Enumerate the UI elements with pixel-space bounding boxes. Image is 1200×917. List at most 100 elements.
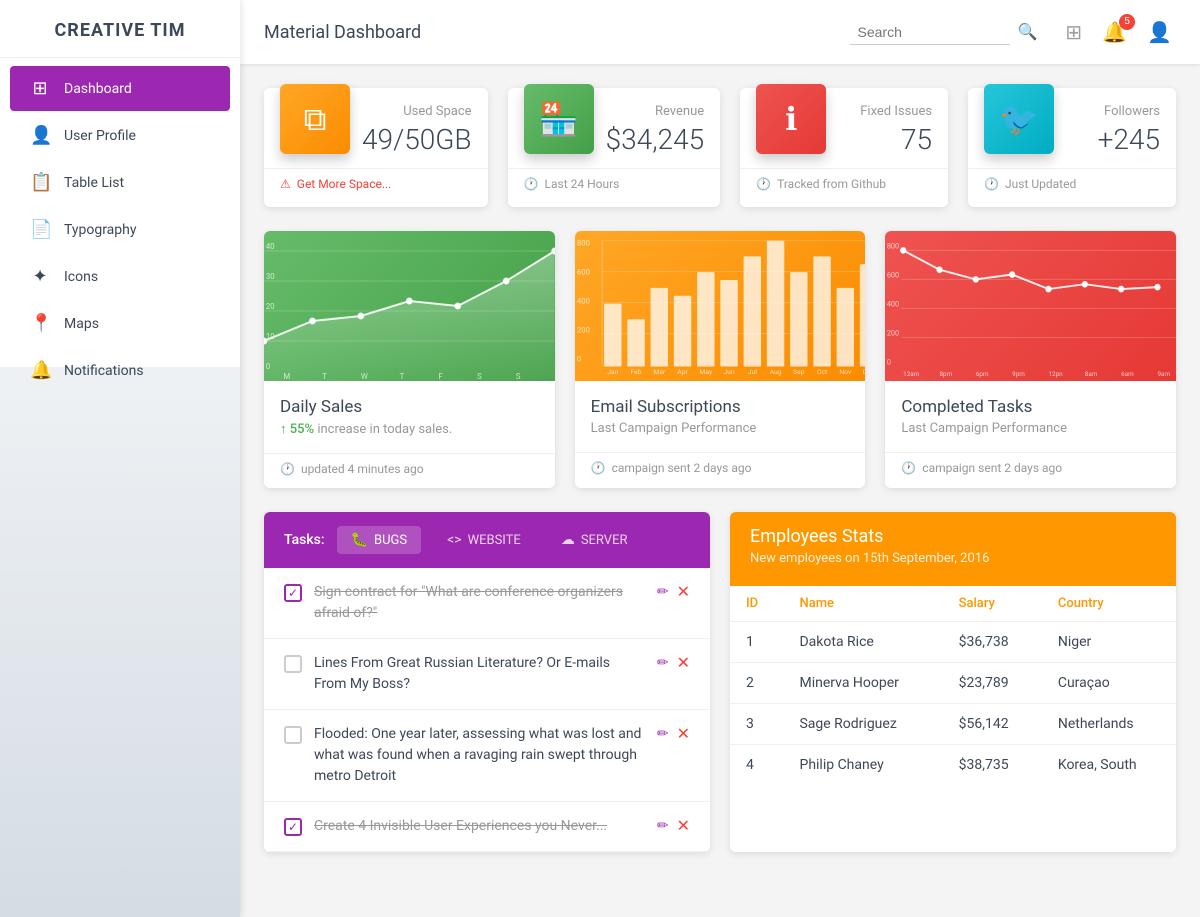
- table-row: 4Philip Chaney$38,735Korea, South: [730, 745, 1176, 786]
- sidebar-link-table-list[interactable]: 📋 Table List: [10, 160, 230, 205]
- svg-text:8pm: 8pm: [940, 370, 953, 378]
- sidebar-link-user-profile[interactable]: 👤 User Profile: [10, 113, 230, 158]
- tab-bugs-label: BUGS: [374, 533, 407, 548]
- employees-card: Employees Stats New employees on 15th Se…: [730, 512, 1176, 852]
- task-edit-button[interactable]: ✏: [657, 655, 669, 671]
- search-input[interactable]: [850, 20, 1010, 45]
- clock-icon: 🕐: [984, 177, 999, 191]
- task-item: Flooded: One year later, assessing what …: [264, 710, 710, 802]
- task-text: Flooded: One year later, assessing what …: [314, 724, 645, 787]
- stat-footer-fixed-issues: 🕐 Tracked from Github: [740, 168, 948, 191]
- task-edit-button[interactable]: ✏: [657, 584, 669, 600]
- sidebar-item-maps[interactable]: 📍 Maps: [0, 301, 240, 346]
- task-actions: ✏ ✕: [657, 816, 690, 835]
- svg-text:Dec: Dec: [862, 368, 865, 376]
- notification-button[interactable]: 🔔 5: [1098, 16, 1131, 49]
- notification-badge: 5: [1119, 14, 1135, 30]
- clock-icon-email-subscriptions: 🕐: [591, 461, 606, 475]
- stat-icon-followers: 🐦: [984, 84, 1054, 154]
- sidebar-link-maps[interactable]: 📍 Maps: [10, 301, 230, 346]
- cloud-icon: ☁: [561, 532, 575, 548]
- chart-footer-text-completed-tasks: campaign sent 2 days ago: [922, 461, 1062, 475]
- employees-table-body: 1Dakota Rice$36,738Niger2Minerva Hooper$…: [730, 622, 1176, 786]
- stat-card-revenue: 🏪 Revenue $34,245 🕐 Last 24 Hours: [508, 88, 721, 207]
- task-delete-button[interactable]: ✕: [677, 724, 690, 743]
- stat-text-fixed-issues: Fixed Issues 75: [838, 104, 932, 156]
- sidebar-background: [0, 367, 240, 917]
- sidebar-label-table-list: Table List: [64, 175, 124, 191]
- task-text: Sign contract for "What are conference o…: [314, 582, 645, 624]
- chart-footer-completed-tasks: 🕐 campaign sent 2 days ago: [885, 452, 1176, 487]
- code-icon: <>: [447, 532, 461, 548]
- chart-title-completed-tasks: Completed Tasks: [901, 397, 1160, 417]
- stat-value-revenue: $34,245: [606, 123, 705, 156]
- sidebar-label-maps: Maps: [64, 316, 99, 332]
- clock-icon-completed-tasks: 🕐: [901, 461, 916, 475]
- chart-card-completed-tasks: 800 600 400 200 0 12am8pm6pm9pm12pn8am6a…: [885, 231, 1176, 488]
- task-checkbox[interactable]: [284, 818, 302, 836]
- stat-value-followers: +245: [1066, 123, 1160, 156]
- task-checkbox[interactable]: [284, 655, 302, 673]
- bug-icon: 🐛: [351, 532, 368, 548]
- sidebar-item-icons[interactable]: ✦ Icons: [0, 254, 240, 299]
- svg-text:600: 600: [887, 270, 899, 279]
- charts-row: 40 30 20 10 0 M T W T F S S Daily Sales …: [264, 231, 1176, 488]
- task-checkbox[interactable]: [284, 726, 302, 744]
- sidebar-item-dashboard[interactable]: ⊞ Dashboard: [0, 66, 240, 111]
- svg-text:0: 0: [887, 357, 891, 366]
- chart-body-email-subscriptions: Email Subscriptions Last Campaign Perfor…: [575, 381, 866, 452]
- chart-footer-email-subscriptions: 🕐 campaign sent 2 days ago: [575, 452, 866, 487]
- employee-country: Netherlands: [1042, 704, 1176, 745]
- tab-bugs[interactable]: 🐛 BUGS: [337, 526, 422, 554]
- tab-website[interactable]: <> WEBSITE: [433, 526, 535, 554]
- svg-text:Feb: Feb: [630, 368, 641, 376]
- sidebar-item-table-list[interactable]: 📋 Table List: [0, 160, 240, 205]
- clock-icon: 🕐: [756, 177, 771, 191]
- task-actions: ✏ ✕: [657, 653, 690, 672]
- warning-icon: ⚠: [280, 177, 291, 191]
- task-actions: ✏ ✕: [657, 582, 690, 601]
- get-more-space-link[interactable]: Get More Space...: [297, 177, 392, 191]
- task-checkbox[interactable]: [284, 584, 302, 602]
- tab-server[interactable]: ☁ SERVER: [547, 526, 642, 554]
- svg-text:40: 40: [266, 242, 275, 251]
- sidebar-link-icons[interactable]: ✦ Icons: [10, 254, 230, 299]
- table-row: 1Dakota Rice$36,738Niger: [730, 622, 1176, 663]
- stat-card-top: 🐦 Followers +245: [968, 88, 1176, 156]
- task-delete-button[interactable]: ✕: [677, 816, 690, 835]
- employee-name: Minerva Hooper: [783, 663, 942, 704]
- task-item: Create 4 Invisible User Experiences you …: [264, 802, 710, 852]
- sidebar-link-typography[interactable]: 📄 Typography: [10, 207, 230, 252]
- sidebar-link-dashboard[interactable]: ⊞ Dashboard: [10, 66, 230, 111]
- stat-label-followers: Followers: [1066, 104, 1160, 119]
- svg-text:9am: 9am: [1158, 370, 1171, 378]
- clock-icon: 🕐: [524, 177, 539, 191]
- employee-salary: $56,142: [943, 704, 1042, 745]
- grid-icon-button[interactable]: ⊞: [1061, 16, 1086, 49]
- sidebar-item-typography[interactable]: 📄 Typography: [0, 207, 240, 252]
- employee-name: Sage Rodriguez: [783, 704, 942, 745]
- employee-id: 3: [730, 704, 783, 745]
- sidebar-link-notifications[interactable]: 🔔 Notifications: [10, 348, 230, 393]
- employee-id: 1: [730, 622, 783, 663]
- sidebar-label-icons: Icons: [64, 269, 98, 285]
- tasks-header: Tasks: 🐛 BUGS <> WEBSITE ☁ SERVER: [264, 512, 710, 568]
- user-avatar-button[interactable]: 👤: [1143, 16, 1176, 49]
- svg-text:0: 0: [577, 355, 581, 364]
- stat-card-fixed-issues: ℹ Fixed Issues 75 🕐 Tracked from Github: [740, 88, 948, 207]
- table-list-icon: 📋: [30, 172, 50, 193]
- task-edit-button[interactable]: ✏: [657, 818, 669, 834]
- stat-icon-fixed-issues: ℹ: [756, 84, 826, 154]
- svg-text:20: 20: [266, 302, 275, 311]
- task-delete-button[interactable]: ✕: [677, 653, 690, 672]
- sidebar-item-user-profile[interactable]: 👤 User Profile: [0, 113, 240, 158]
- svg-text:6pm: 6pm: [976, 370, 989, 378]
- search-button[interactable]: 🔍: [1010, 18, 1046, 46]
- sidebar-item-notifications[interactable]: 🔔 Notifications: [0, 348, 240, 393]
- task-delete-button[interactable]: ✕: [677, 582, 690, 601]
- task-edit-button[interactable]: ✏: [657, 726, 669, 742]
- employee-name: Philip Chaney: [783, 745, 942, 786]
- svg-text:Mar: Mar: [653, 368, 666, 376]
- stat-text-used-space: Used Space 49/50GB: [362, 104, 472, 156]
- stat-text-revenue: Revenue $34,245: [606, 104, 705, 156]
